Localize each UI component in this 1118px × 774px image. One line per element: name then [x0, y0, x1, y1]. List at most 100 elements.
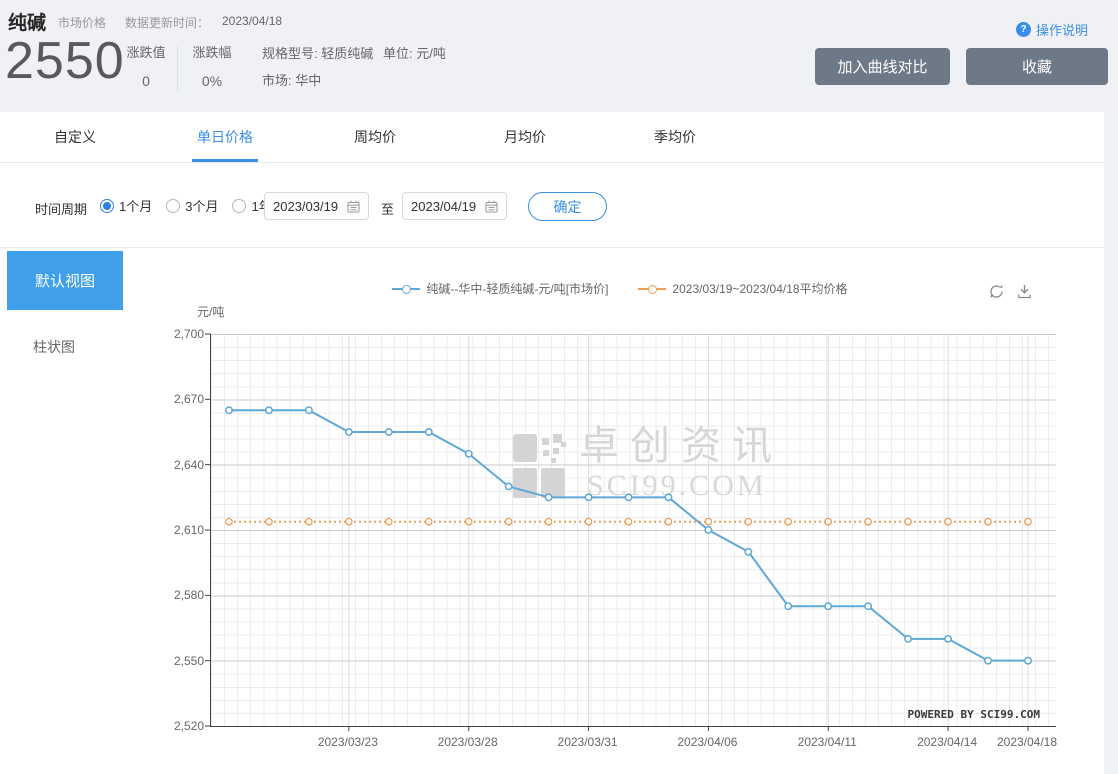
sidebar-item-bar-chart[interactable]: 柱状图: [33, 337, 75, 357]
y-axis-labels: 2,700 2,670 2,640 2,610 2,580 2,550 2,520: [140, 327, 204, 733]
price-chart-plot: 卓创资讯 SCI99.COM POWERED BY SCI99.COM: [205, 333, 1056, 731]
tab-daily-price[interactable]: 单日价格: [150, 112, 300, 162]
average-marker: [624, 517, 633, 526]
average-marker: [984, 517, 992, 526]
radio-icon: [232, 198, 247, 213]
sidebar-item-default-view[interactable]: 默认视图: [7, 251, 123, 310]
price-marker: [704, 526, 713, 534]
line-marker-icon: [392, 284, 421, 294]
market-label: 市场: 华中: [262, 73, 322, 88]
average-marker: [225, 517, 233, 526]
y-axis-unit: 元/吨: [197, 305, 225, 319]
legend-average-label: 2023/03/19~2023/04/18平均价格: [672, 282, 848, 296]
y-axis-label: 2,550: [173, 653, 204, 668]
price-marker: [744, 547, 753, 556]
x-axis-label: 2023/03/28: [437, 735, 498, 749]
radio-3-month[interactable]: 3个月: [166, 196, 218, 215]
price-marker: [504, 482, 513, 491]
price-marker: [944, 634, 953, 643]
legend-price-label: 纯碱--华中-轻质纯碱-元/吨[市场价]: [426, 282, 609, 296]
y-axis-label: 2,640: [173, 457, 204, 472]
price-marker: [464, 449, 473, 458]
date-to-input[interactable]: 2023/04/19: [402, 192, 507, 220]
price-marker: [1024, 656, 1032, 665]
x-axis-label: 2023/03/31: [557, 735, 618, 749]
average-marker: [265, 517, 273, 526]
price-marker: [544, 493, 553, 502]
average-marker: [345, 517, 353, 526]
price-marker: [265, 406, 273, 415]
tab-quarterly-avg[interactable]: 季均价: [600, 112, 750, 162]
period-label: 时间周期: [35, 202, 88, 217]
confirm-button[interactable]: 确定: [528, 192, 607, 221]
average-marker: [744, 517, 753, 526]
radio-1-month[interactable]: 1个月: [100, 196, 152, 215]
price-marker: [664, 493, 673, 502]
price-tabs: 自定义 单日价格 周均价 月均价 季均价: [0, 112, 1104, 163]
legend-item-average[interactable]: 2023/03/19~2023/04/18平均价格: [638, 280, 848, 297]
average-marker: [704, 517, 713, 526]
spec-label: 规格型号: 轻质纯碱: [262, 46, 374, 61]
chart-legend: 纯碱--华中-轻质纯碱-元/吨[市场价] 2023/03/19~2023/04/…: [150, 280, 1090, 297]
price-marker: [824, 602, 833, 611]
average-marker: [944, 517, 952, 526]
average-marker: [1024, 517, 1032, 526]
date-from-input[interactable]: 2023/03/19: [264, 192, 369, 220]
average-marker: [544, 517, 553, 526]
change-pct-block: 涨跌幅 0%: [181, 42, 243, 89]
line-marker-icon: [638, 284, 667, 294]
average-marker: [784, 517, 793, 526]
to-label: 至: [381, 202, 395, 217]
calendar-icon: [347, 200, 360, 212]
price-marker: [225, 406, 233, 415]
average-marker: [824, 517, 833, 526]
x-axis-label: 2023/04/14: [917, 735, 978, 749]
price-marker: [784, 602, 793, 611]
price-marker: [904, 634, 913, 643]
change-pct-value: 0%: [201, 73, 223, 89]
average-marker: [664, 517, 673, 526]
legend-item-price[interactable]: 纯碱--华中-轻质纯碱-元/吨[市场价]: [392, 280, 608, 297]
update-time-value: 2023/04/18: [222, 14, 283, 28]
price-header: 纯碱 市场价格 数据更新时间： 2023/04/18 ? 操作说明 2550 涨…: [0, 0, 1118, 112]
change-value: 0: [142, 73, 150, 89]
average-marker: [864, 517, 873, 526]
y-axis-label: 2,580: [173, 588, 204, 603]
radio-3-month-label: 3个月: [185, 199, 219, 214]
y-axis-label: 2,610: [173, 523, 204, 537]
price-marker: [424, 428, 433, 436]
calendar-icon: [485, 200, 498, 212]
refresh-icon[interactable]: [988, 283, 1005, 300]
add-compare-button[interactable]: 加入曲线对比: [815, 48, 950, 85]
y-axis-label: 2,670: [173, 392, 204, 407]
download-icon[interactable]: [1016, 283, 1033, 300]
price-marker: [304, 406, 313, 415]
divider: [177, 46, 178, 92]
help-link[interactable]: ? 操作说明: [1016, 20, 1088, 39]
average-marker: [504, 517, 513, 526]
average-marker: [464, 517, 473, 526]
tab-weekly-avg[interactable]: 周均价: [300, 112, 450, 162]
unit-label: 单位: 元/吨: [383, 46, 446, 61]
tab-monthly-avg[interactable]: 月均价: [450, 112, 600, 162]
x-axis-label: 2023/03/23: [317, 735, 378, 749]
main-card: 自定义 单日价格 周均价 月均价 季均价 时间周期 1个月 3个月 1年 202…: [0, 112, 1104, 774]
price-marker: [584, 493, 593, 502]
average-marker: [904, 517, 913, 526]
question-icon: ?: [1016, 22, 1031, 37]
date-from-value: 2023/03/19: [273, 198, 339, 214]
price-marker: [864, 602, 873, 611]
current-price: 2550: [5, 32, 125, 90]
radio-1-month-label: 1个月: [119, 199, 153, 214]
radio-icon: [100, 198, 114, 213]
period-radio-group: 1个月 3个月 1年: [100, 196, 272, 215]
powered-by-label: POWERED BY SCI99.COM: [907, 708, 1040, 721]
radio-icon: [166, 198, 181, 213]
update-time-label: 数据更新时间：: [125, 16, 210, 30]
category-label: 市场价格: [58, 16, 107, 30]
average-marker: [424, 517, 433, 526]
price-marker: [984, 656, 992, 665]
help-label: 操作说明: [1036, 23, 1089, 38]
favorite-button[interactable]: 收藏: [966, 48, 1108, 85]
tab-custom[interactable]: 自定义: [0, 112, 150, 162]
